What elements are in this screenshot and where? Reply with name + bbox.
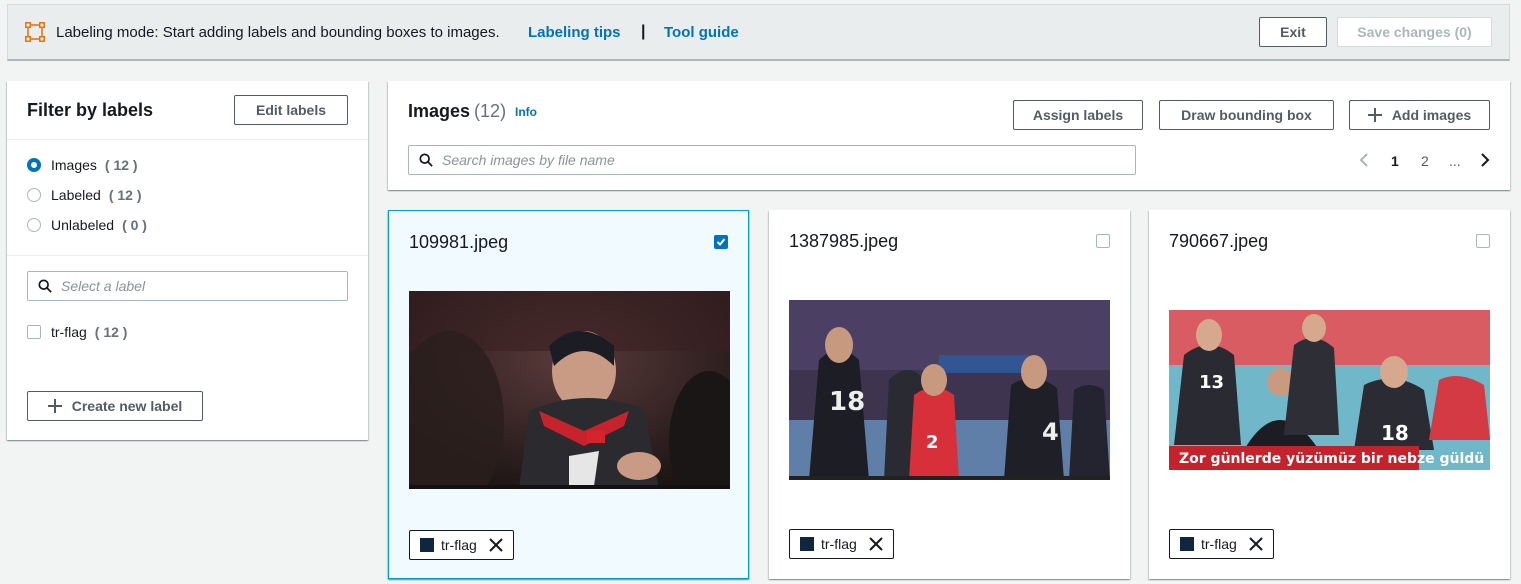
radio-button[interactable] <box>27 158 41 172</box>
create-new-label-text: Create new label <box>71 398 183 414</box>
mode-description: Labeling mode: Start adding labels and b… <box>56 24 500 41</box>
image-thumbnail[interactable]: 13 18 Zor günlerde yüzümüz bir nebze gül… <box>1169 310 1490 470</box>
edit-labels-button[interactable]: Edit labels <box>234 95 348 125</box>
label-filter-tr-flag[interactable]: tr-flag ( 12 ) <box>27 324 127 340</box>
tool-guide-link[interactable]: Tool guide <box>664 24 739 41</box>
image-search-input[interactable]: Search images by file name <box>408 145 1136 175</box>
search-icon <box>419 153 433 167</box>
label-search-placeholder: Select a label <box>61 278 146 294</box>
label-tag: tr-flag <box>1169 529 1274 559</box>
image-thumbnail[interactable]: 18 2 4 <box>789 300 1110 480</box>
svg-text:18: 18 <box>1381 421 1409 445</box>
radio-count: ( 12 ) <box>108 187 142 203</box>
draw-bounding-box-button[interactable]: Draw bounding box <box>1159 100 1334 130</box>
close-icon[interactable] <box>489 538 503 552</box>
radio-images[interactable]: Images ( 12 ) <box>27 157 138 173</box>
image-search-placeholder: Search images by file name <box>442 152 615 168</box>
image-filename: 790667.jpeg <box>1169 231 1269 251</box>
divider <box>7 139 368 140</box>
label-tag-text: tr-flag <box>441 537 477 553</box>
label-name: tr-flag <box>51 324 87 340</box>
radio-count: ( 0 ) <box>122 217 147 233</box>
image-checkbox[interactable] <box>1476 234 1490 248</box>
label-checkbox[interactable] <box>27 325 41 339</box>
page-ellipsis: ... <box>1449 153 1461 169</box>
info-link[interactable]: Info <box>515 105 537 119</box>
save-changes-button[interactable]: Save changes (0) <box>1337 17 1492 47</box>
image-filename: 109981.jpeg <box>409 232 509 252</box>
radio-label: Labeled <box>51 187 101 203</box>
add-images-button[interactable]: Add images <box>1349 100 1490 130</box>
plus-icon <box>47 399 62 413</box>
photo-caption: Zor günlerde yüzümüz bir nebze güldü <box>1179 451 1484 467</box>
link-separator: | <box>641 23 646 40</box>
create-new-label-button[interactable]: Create new label <box>27 391 203 421</box>
radio-labeled[interactable]: Labeled ( 12 ) <box>27 187 142 203</box>
svg-text:13: 13 <box>1199 372 1224 393</box>
divider <box>7 255 368 256</box>
radio-count: ( 12 ) <box>104 157 138 173</box>
filter-title: Filter by labels <box>27 100 154 120</box>
svg-text:2: 2 <box>926 432 939 453</box>
plus-icon <box>1367 108 1382 122</box>
labeling-mode-bar: Labeling mode: Start adding labels and b… <box>7 4 1510 61</box>
image-card[interactable]: 109981.jpeg tr-flag <box>388 210 749 579</box>
image-checkbox[interactable] <box>1096 234 1110 248</box>
images-title-text: Images <box>408 101 471 121</box>
assign-labels-button[interactable]: Assign labels <box>1013 100 1143 130</box>
label-color-swatch <box>800 537 814 551</box>
label-tag: tr-flag <box>789 529 894 559</box>
checkmark-icon <box>716 238 726 246</box>
labeling-tips-link[interactable]: Labeling tips <box>528 24 621 41</box>
close-icon[interactable] <box>869 537 883 551</box>
images-header-panel: Images (12) Info Assign labels Draw bound… <box>388 81 1510 190</box>
label-color-swatch <box>420 538 434 552</box>
volleyball-photo: 13 18 Zor günlerde yüzümüz bir nebze gül… <box>1169 310 1490 470</box>
label-search-input[interactable]: Select a label <box>27 271 348 301</box>
close-icon[interactable] <box>1249 537 1263 551</box>
label-color-swatch <box>1180 537 1194 551</box>
bounding-box-icon <box>25 22 45 42</box>
svg-text:4: 4 <box>1042 418 1059 446</box>
radio-unlabeled[interactable]: Unlabeled ( 0 ) <box>27 217 147 233</box>
chevron-right-icon[interactable] <box>1479 153 1491 167</box>
image-card[interactable]: 790667.jpeg 13 18 Zor günlerde yüzümüz b… <box>1149 210 1510 579</box>
image-thumbnail[interactable] <box>409 291 730 489</box>
chevron-left-icon[interactable] <box>1358 153 1370 167</box>
volleyball-photo: 18 2 4 <box>789 300 1110 480</box>
images-count: (12) <box>474 101 507 121</box>
images-title: Images (12) <box>408 101 506 122</box>
label-tag-text: tr-flag <box>821 536 857 552</box>
radio-label: Unlabeled <box>51 217 115 233</box>
add-images-text: Add images <box>1391 107 1472 123</box>
svg-text:18: 18 <box>829 387 865 417</box>
filter-panel: Filter by labels Edit labels Images ( 12… <box>7 81 368 440</box>
label-count: ( 12 ) <box>94 324 128 340</box>
image-card[interactable]: 1387985.jpeg 18 2 4 tr-flag <box>769 210 1130 579</box>
page-1[interactable]: 1 <box>1391 153 1399 169</box>
label-tag: tr-flag <box>409 530 514 560</box>
radio-button[interactable] <box>27 218 41 232</box>
image-filename: 1387985.jpeg <box>789 231 899 251</box>
search-icon <box>38 279 52 293</box>
radio-button[interactable] <box>27 188 41 202</box>
label-tag-text: tr-flag <box>1201 536 1237 552</box>
radio-label: Images <box>51 157 97 173</box>
volleyball-photo <box>409 291 730 489</box>
exit-button[interactable]: Exit <box>1259 17 1327 47</box>
image-checkbox[interactable] <box>714 235 728 249</box>
page-2[interactable]: 2 <box>1421 153 1429 169</box>
